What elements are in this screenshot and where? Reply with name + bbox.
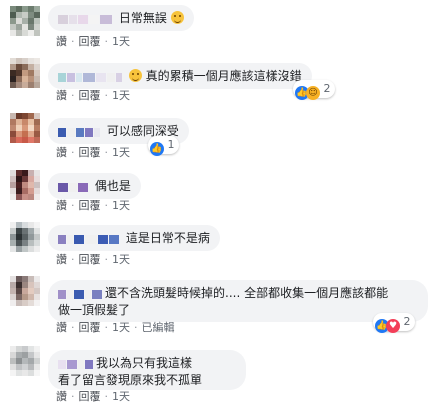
edited-label[interactable]: 已編輯 [142,321,175,334]
reply-link[interactable]: 回覆 [79,35,101,48]
comment-text-line-1: 還不含洗頭髮時候掉的.... 全部都收集一個月應該都能 [105,286,389,300]
commenter-name[interactable] [58,179,89,195]
like-link[interactable]: 讚 [56,89,67,102]
reply-link[interactable]: 回覆 [79,199,101,212]
avatar[interactable] [10,58,40,88]
comment-text-line-1: 我以為只有我這樣 [96,356,193,370]
reply-link[interactable]: 回覆 [79,253,101,266]
comment-text: 偶也是 [94,179,131,193]
reply-link[interactable]: 回覆 [79,89,101,102]
reply-link[interactable]: 回覆 [79,390,101,403]
comment-text-line-2: 做一頂假髮了 [58,302,131,317]
like-link[interactable]: 讚 [56,199,67,212]
comment-actions: 讚 · 回覆 · 1天 [56,253,130,266]
like-link[interactable]: 讚 [56,35,67,48]
like-link[interactable]: 讚 [56,253,67,266]
avatar[interactable] [10,346,40,376]
comment-bubble: 真的累積一個月應該這樣沒錯 [48,63,312,89]
commenter-name[interactable] [58,124,101,140]
comment-actions: 讚 · 回覆 · 1天 [56,199,130,212]
comment-feed: 日常無誤 讚 · 回覆 · 1天 真的累積一個月應該這樣沒錯 👍☺ 2 讚 · 回覆 · 1天 [0,0,446,409]
avatar[interactable] [10,113,40,143]
reply-link[interactable]: 回覆 [79,321,101,334]
avatar[interactable] [10,6,40,36]
timestamp[interactable]: 1天 [112,321,130,334]
crying-laughing-emoji-icon [170,11,184,24]
timestamp[interactable]: 1天 [112,199,130,212]
timestamp[interactable]: 1天 [112,89,130,102]
avatar[interactable] [10,170,40,200]
crying-laughing-emoji-icon [128,69,142,82]
reaction-count: 2 [323,82,331,95]
like-link[interactable]: 讚 [56,390,67,403]
reaction-summary[interactable]: 👍 1 [148,136,179,156]
timestamp[interactable]: 1天 [112,146,130,159]
reaction-summary[interactable]: 👍♥ 2 [373,313,415,333]
comment-text: 真的累積一個月應該這樣沒錯 [145,69,302,83]
comment-bubble: 這是日常不是病 [48,225,220,251]
timestamp[interactable]: 1天 [112,253,130,266]
commenter-name[interactable] [58,286,103,302]
like-link[interactable]: 讚 [56,321,67,334]
comment-actions: 讚 · 回覆 · 1天 · 已編輯 [56,321,175,334]
comment-bubble: 偶也是 [48,173,141,199]
comment-actions: 讚 · 回覆 · 1天 [56,35,130,48]
commenter-name[interactable] [58,69,123,85]
reaction-count: 2 [403,315,411,328]
haha-reaction-icon: ☺ [306,86,320,100]
comment-text-line-2: 看了留言發現原來我不孤單 [58,372,203,387]
timestamp[interactable]: 1天 [112,35,130,48]
comment-bubble: 日常無誤 [48,5,194,31]
comment-actions: 讚 · 回覆 · 1天 [56,390,130,403]
avatar[interactable] [10,222,40,252]
comment-actions: 讚 · 回覆 · 1天 [56,89,130,102]
like-reaction-icon: 👍 [150,142,164,156]
comment-actions: 讚 · 回覆 · 1天 [56,146,130,159]
comment-bubble: 我以為只有我這樣 看了留言發現原來我不孤單 [48,350,246,390]
commenter-name[interactable] [58,356,94,372]
avatar[interactable] [10,276,40,306]
comment-bubble: 還不含洗頭髮時候掉的.... 全部都收集一個月應該都能 做一頂假髮了 [48,280,428,322]
reaction-summary[interactable]: 👍☺ 2 [293,80,335,100]
commenter-name[interactable] [58,231,120,247]
reaction-count: 1 [167,138,175,151]
commenter-name[interactable] [58,11,113,27]
comment-text: 日常無誤 [118,11,167,25]
comment-text: 這是日常不是病 [125,231,210,245]
timestamp[interactable]: 1天 [112,390,130,403]
love-reaction-icon: ♥ [386,319,400,333]
reply-link[interactable]: 回覆 [79,146,101,159]
like-link[interactable]: 讚 [56,146,67,159]
